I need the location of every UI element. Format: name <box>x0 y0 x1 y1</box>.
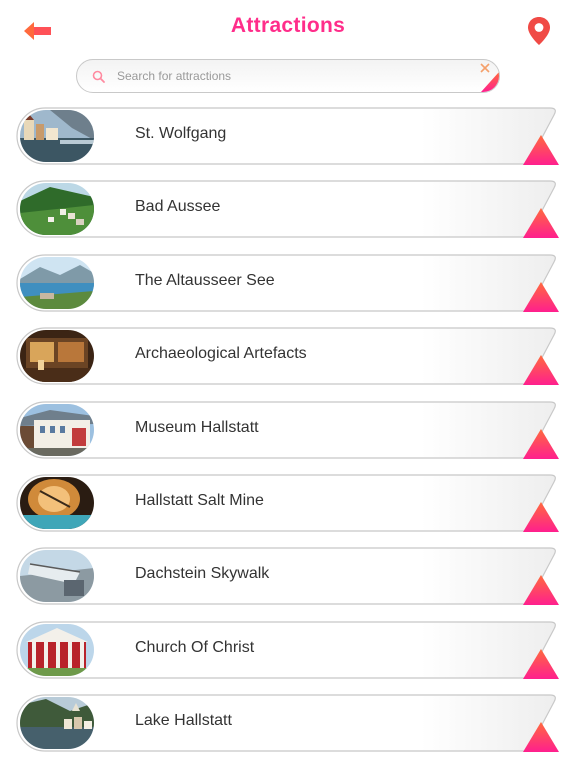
row-corner-accent <box>523 281 559 312</box>
list-item[interactable]: The Altausseer See <box>16 254 559 312</box>
attraction-thumbnail <box>20 183 94 236</box>
attraction-label: Church Of Christ <box>135 638 255 656</box>
list-item[interactable]: St. Wolfgang <box>16 107 559 165</box>
attraction-thumbnail <box>20 110 94 162</box>
attraction-label: St. Wolfgang <box>135 125 227 142</box>
attraction-label: Lake Hallstatt <box>135 712 232 730</box>
location-pin-icon[interactable] <box>526 16 552 46</box>
attraction-thumbnail <box>20 623 94 676</box>
row-corner-accent <box>523 648 559 679</box>
row-background <box>16 254 556 312</box>
search-input[interactable] <box>117 60 457 92</box>
museum-building-photo <box>20 403 94 456</box>
row-corner-accent <box>523 208 559 239</box>
search-icon <box>92 70 105 83</box>
row-background <box>16 107 556 165</box>
attraction-label: Archaeological Artefacts <box>135 345 307 363</box>
lake-mountains-photo <box>20 256 94 309</box>
green-valley-town-photo <box>20 183 94 236</box>
attraction-label: Dachstein Skywalk <box>135 565 270 583</box>
attraction-label: Museum Hallstatt <box>135 418 259 436</box>
row-background <box>16 474 556 532</box>
red-church-photo <box>20 623 94 676</box>
list-item[interactable]: Lake Hallstatt <box>16 694 559 753</box>
search-corner-accent <box>481 72 499 92</box>
list-item[interactable]: Church Of Christ <box>16 621 559 679</box>
attraction-label: Bad Aussee <box>135 198 221 216</box>
attraction-label: The Altausseer See <box>135 271 275 289</box>
list-item[interactable]: Hallstatt Salt Mine <box>16 474 559 532</box>
page-title: Attractions <box>230 14 346 37</box>
attraction-thumbnail <box>20 330 94 383</box>
row-corner-accent <box>523 428 559 459</box>
row-background <box>16 180 556 238</box>
row-corner-accent <box>523 135 559 165</box>
list-item[interactable]: Archaeological Artefacts <box>16 327 559 386</box>
row-background <box>16 694 556 752</box>
row-corner-accent <box>523 502 559 532</box>
attraction-thumbnail <box>20 477 94 529</box>
attraction-label: Hallstatt Salt Mine <box>135 492 264 509</box>
row-background <box>16 547 556 605</box>
row-background <box>16 621 556 679</box>
row-corner-accent <box>523 355 559 386</box>
salt-mine-tunnel-photo <box>20 477 94 529</box>
attraction-thumbnail <box>20 697 94 750</box>
lakeside-village-photo <box>20 110 94 162</box>
row-corner-accent <box>523 722 559 753</box>
attraction-thumbnail <box>20 403 94 456</box>
row-background <box>16 400 556 459</box>
skywalk-platform-photo <box>20 550 94 603</box>
list-item[interactable]: Museum Hallstatt <box>16 400 559 459</box>
museum-interior-photo <box>20 330 94 383</box>
list-item[interactable]: Dachstein Skywalk <box>16 547 559 606</box>
header-bar: Attractions <box>0 0 576 58</box>
list-item[interactable]: Bad Aussee <box>16 180 559 239</box>
attraction-thumbnail <box>20 256 94 309</box>
search-bar <box>76 59 500 93</box>
row-corner-accent <box>523 575 559 606</box>
attraction-thumbnail <box>20 550 94 603</box>
lake-village-photo <box>20 697 94 750</box>
